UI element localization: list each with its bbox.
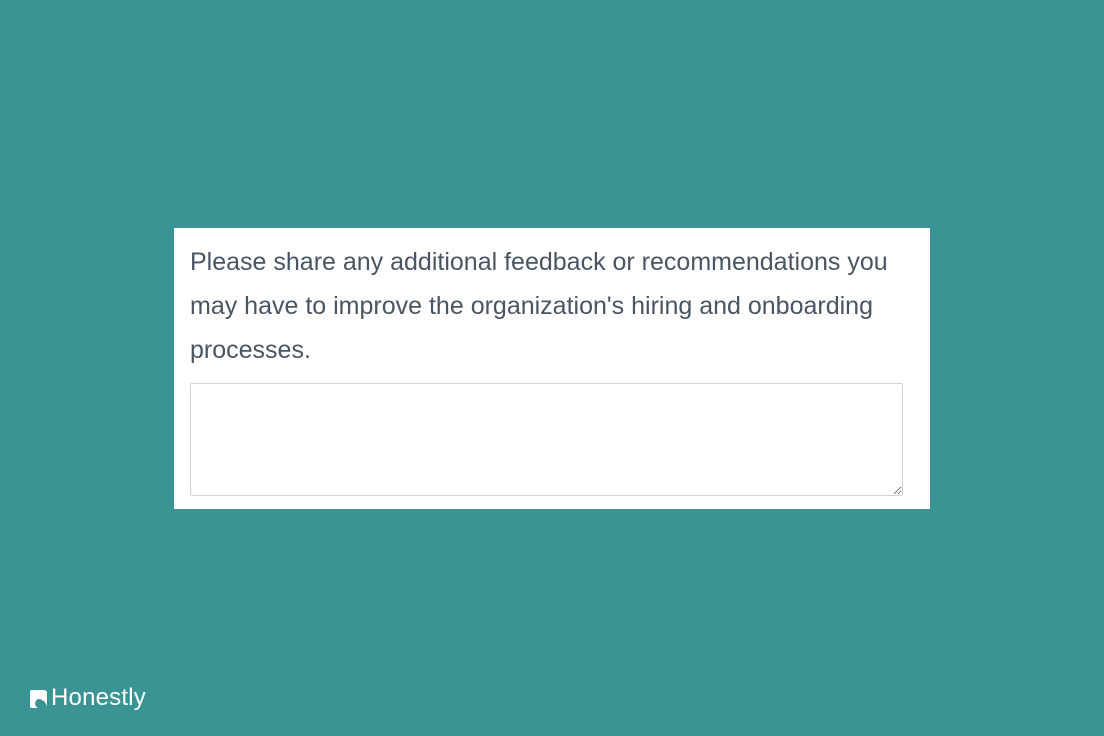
question-text: Please share any additional feedback or … — [190, 248, 888, 364]
honestly-logo-icon — [29, 689, 47, 708]
feedback-textarea[interactable] — [190, 383, 903, 496]
brand-logo: Honestly — [28, 684, 146, 712]
brand-name: Honestly — [51, 684, 146, 711]
question-card: Please share any additional feedback or … — [174, 228, 930, 509]
